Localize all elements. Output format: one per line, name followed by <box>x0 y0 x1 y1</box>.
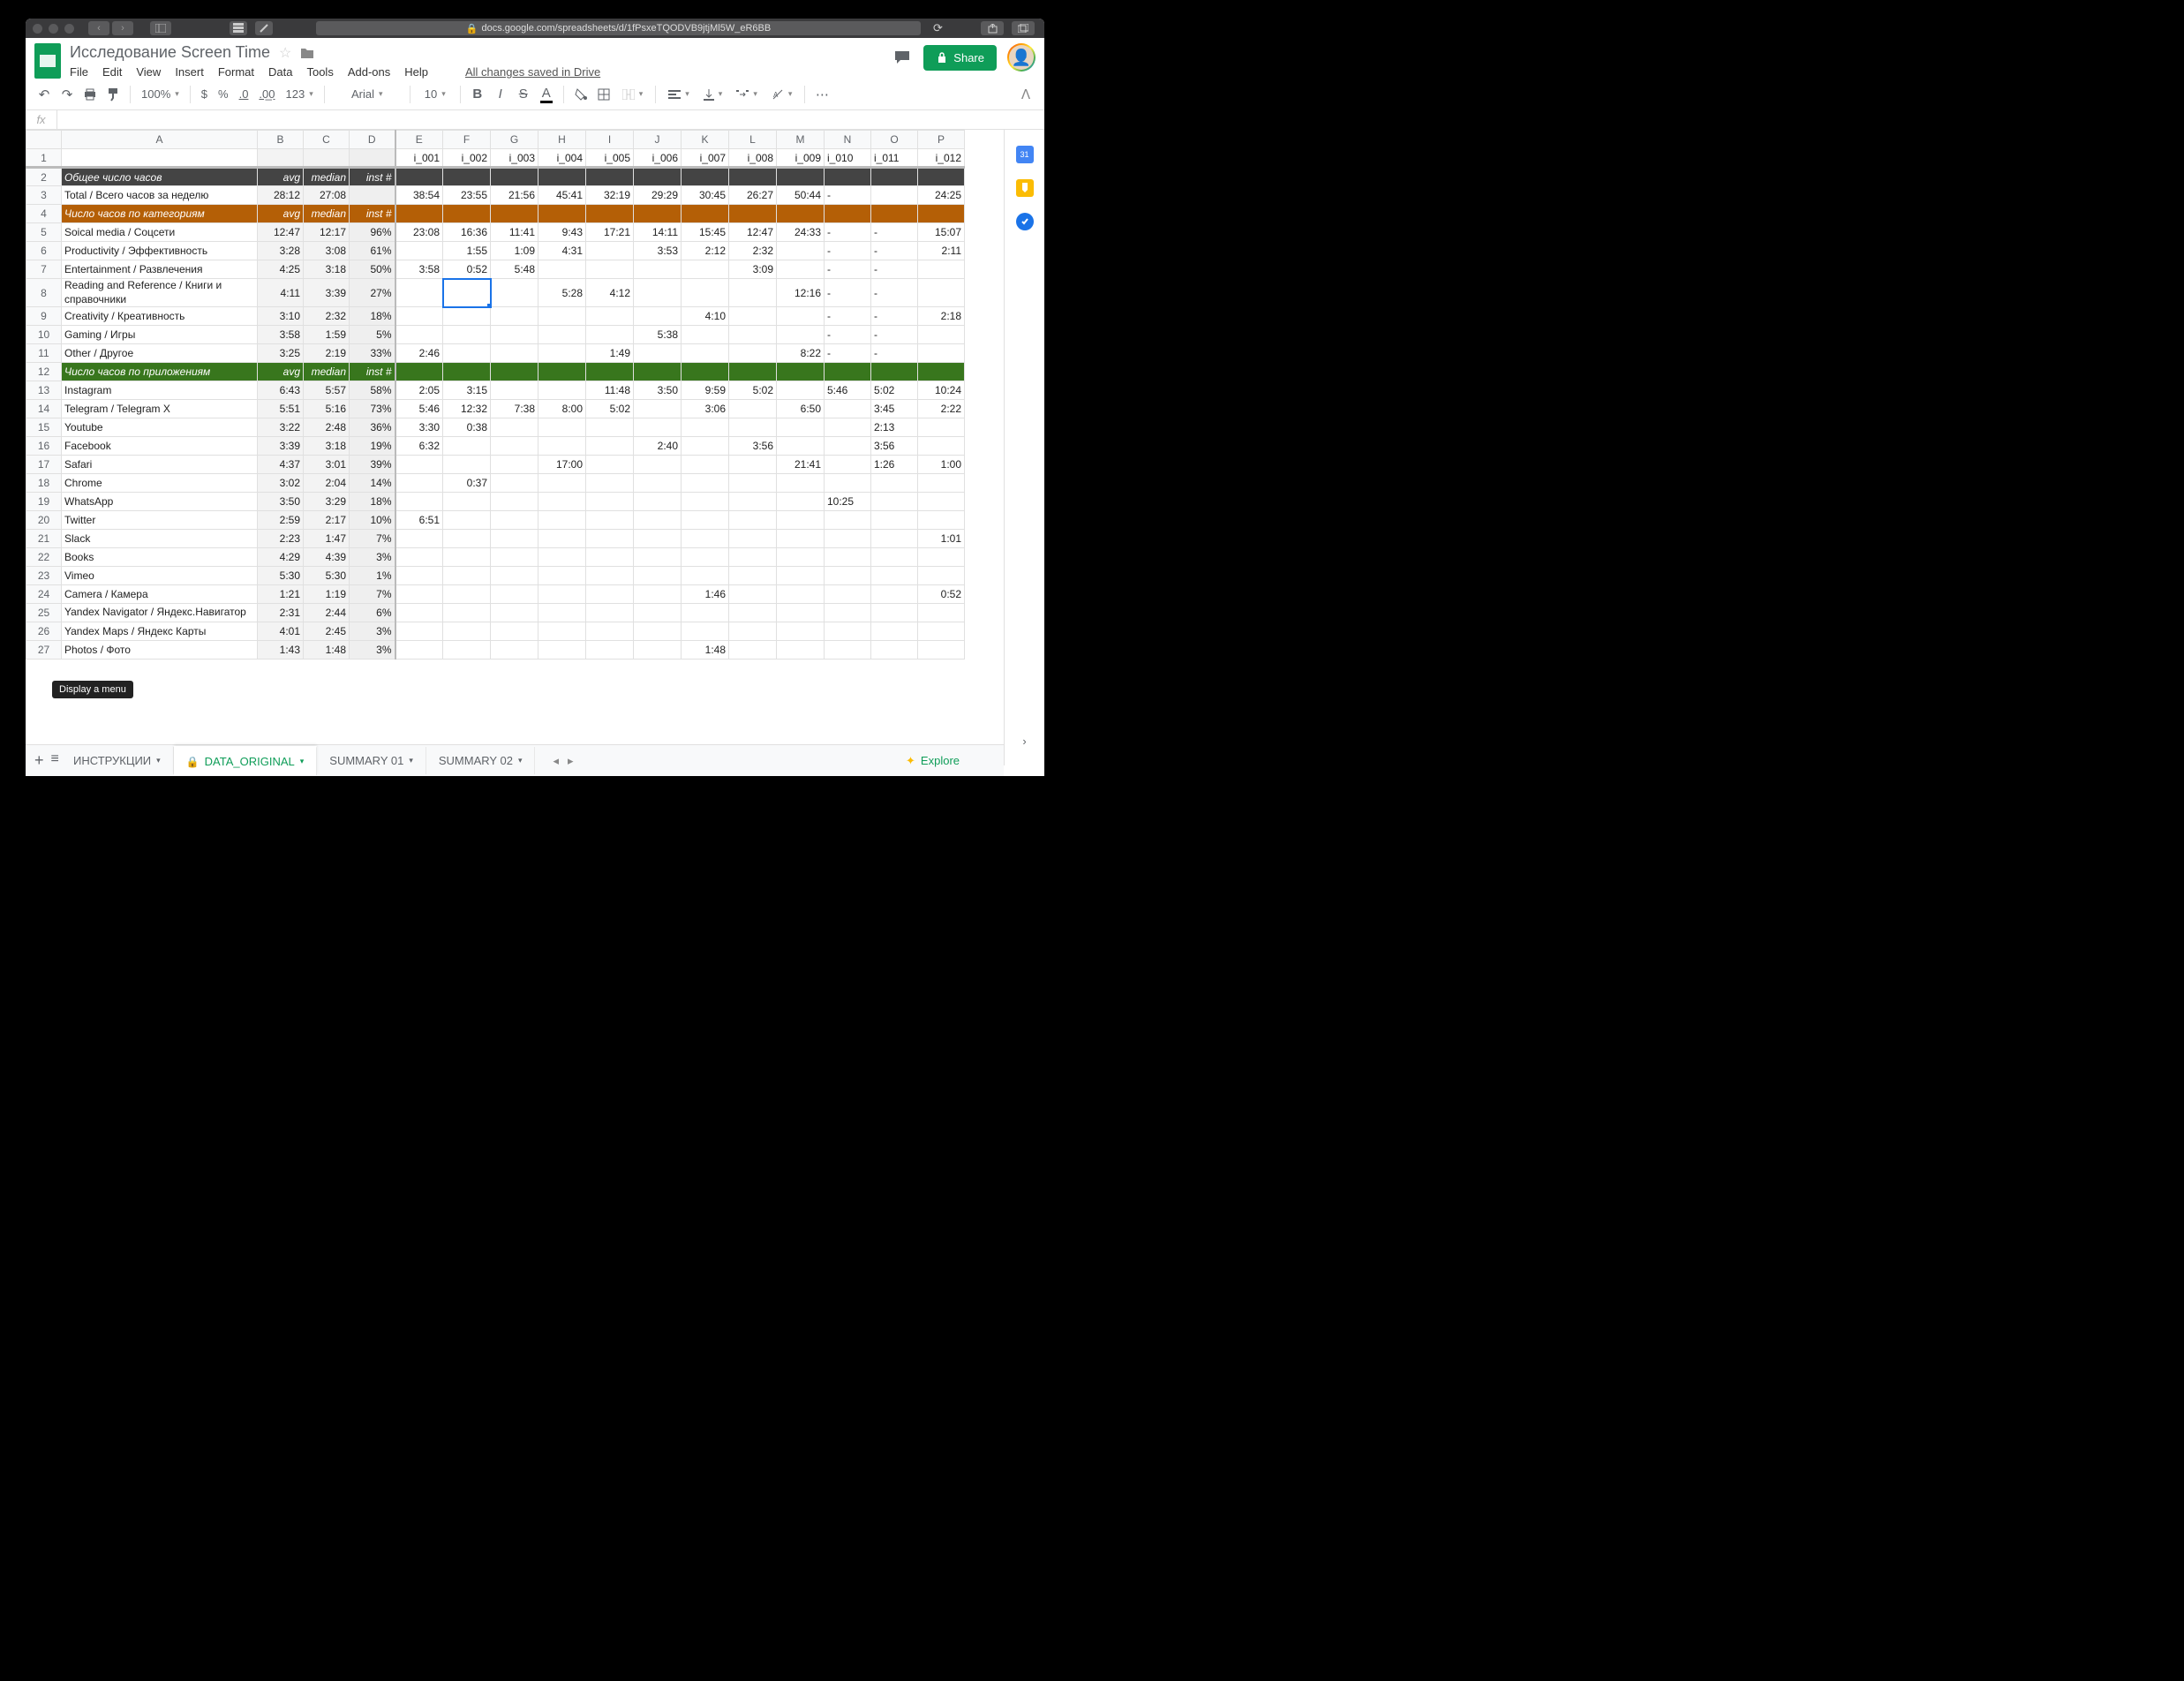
bold-button[interactable]: B <box>468 84 487 105</box>
menu-tools[interactable]: Tools <box>306 65 333 79</box>
lock-icon: 🔒 <box>466 23 478 34</box>
zoom-dropdown[interactable]: 100% <box>138 84 183 105</box>
menu-edit[interactable]: Edit <box>102 65 122 79</box>
menu-data[interactable]: Data <box>268 65 292 79</box>
strike-button[interactable]: S <box>514 84 533 105</box>
tabs-browser-button[interactable] <box>1012 21 1035 35</box>
url-bar[interactable]: 🔒 docs.google.com/spreadsheets/d/1fPsxeT… <box>316 21 921 35</box>
side-panel: 31 › <box>1004 130 1044 765</box>
tab-instructions[interactable]: ИНСТРУКЦИИ▾ <box>61 747 174 774</box>
side-panel-collapse[interactable]: › <box>1022 735 1026 748</box>
save-status[interactable]: All changes saved in Drive <box>465 65 600 79</box>
fx-label: fx <box>26 110 57 129</box>
tasks-icon[interactable] <box>1016 213 1034 230</box>
menu-help[interactable]: Help <box>404 65 428 79</box>
share-icon <box>988 24 998 34</box>
svg-text:A: A <box>773 91 779 99</box>
menu-format[interactable]: Format <box>218 65 254 79</box>
lock-icon: 🔒 <box>186 756 200 768</box>
sheet-tabs-bar: + ≡ ИНСТРУКЦИИ▾ 🔒 DATA_ORIGINAL▾ SUMMARY… <box>26 744 1004 776</box>
explore-button[interactable]: ✦ Explore <box>906 754 968 768</box>
menu-view[interactable]: View <box>136 65 161 79</box>
sheets-logo[interactable] <box>34 43 61 79</box>
tab-next-button[interactable]: ▸ <box>568 754 574 768</box>
tab-data-original[interactable]: 🔒 DATA_ORIGINAL▾ <box>174 746 318 775</box>
minimize-window-icon[interactable] <box>49 24 58 34</box>
sheets-header: Исследование Screen Time ☆ File Edit Vie… <box>26 38 1044 79</box>
format-more[interactable]: 123 <box>282 84 317 105</box>
browser-window: ‹ › 🔒 docs.google.com/spreadsheets/d/1fP… <box>26 19 1044 776</box>
halign-button[interactable] <box>663 84 695 105</box>
wrap-button[interactable] <box>731 84 763 105</box>
undo-button[interactable]: ↶ <box>34 84 54 105</box>
star-icon[interactable]: ☆ <box>279 44 291 62</box>
tooltip: Display a menu <box>52 681 133 698</box>
maximize-window-icon[interactable] <box>64 24 74 34</box>
menu-insert[interactable]: Insert <box>175 65 204 79</box>
extension-2-icon[interactable] <box>255 21 273 35</box>
url-text: docs.google.com/spreadsheets/d/1fPsxeTQO… <box>481 23 771 34</box>
menu-bar: File Edit View Insert Format Data Tools … <box>70 65 892 79</box>
format-currency[interactable]: $ <box>198 84 211 105</box>
tabs-icon <box>1018 24 1028 33</box>
explore-icon: ✦ <box>906 754 915 768</box>
sidebar-icon <box>155 24 166 33</box>
italic-button[interactable]: I <box>491 84 510 105</box>
keep-icon[interactable] <box>1016 179 1034 197</box>
formula-bar: fx <box>26 110 1044 130</box>
menu-addons[interactable]: Add-ons <box>348 65 390 79</box>
calendar-icon[interactable]: 31 <box>1016 146 1034 163</box>
paint-format-button[interactable] <box>103 84 123 105</box>
borders-button[interactable] <box>594 84 614 105</box>
share-label: Share <box>953 51 984 64</box>
merge-button[interactable] <box>617 84 649 105</box>
comments-button[interactable] <box>892 47 913 68</box>
share-browser-button[interactable] <box>981 21 1004 35</box>
all-sheets-button[interactable]: ≡ <box>51 751 59 770</box>
account-avatar[interactable]: 👤 <box>1007 43 1036 72</box>
redo-button[interactable]: ↷ <box>57 84 77 105</box>
font-dropdown[interactable]: Arial <box>332 84 403 105</box>
font-size-dropdown[interactable]: 10 <box>418 84 453 105</box>
valign-button[interactable] <box>698 84 728 105</box>
close-window-icon[interactable] <box>33 24 42 34</box>
reload-button[interactable]: ⟳ <box>933 21 949 35</box>
format-dec-increase[interactable]: .0̲0 <box>255 84 278 105</box>
more-tools-button[interactable]: ⋯ <box>812 84 832 105</box>
tab-summary-02[interactable]: SUMMARY 02▾ <box>426 747 536 774</box>
menu-file[interactable]: File <box>70 65 88 79</box>
share-button[interactable]: Share <box>923 45 997 71</box>
browser-toolbar: ‹ › 🔒 docs.google.com/spreadsheets/d/1fP… <box>26 19 1044 38</box>
toolbar: ↶ ↷ 100% $ % .0 .0̲0 123 Arial 10 B I S … <box>26 79 1044 110</box>
text-color-button[interactable]: A <box>537 84 556 105</box>
back-button[interactable]: ‹ <box>88 21 109 35</box>
rotate-button[interactable]: A <box>766 84 798 105</box>
brush-icon <box>259 23 269 34</box>
add-sheet-button[interactable]: + <box>34 751 44 770</box>
tab-prev-button[interactable]: ◂ <box>553 754 559 768</box>
extension-1-icon[interactable] <box>230 21 247 35</box>
stack-icon <box>233 23 244 34</box>
sidebar-toggle-button[interactable] <box>150 21 171 35</box>
forward-button[interactable]: › <box>112 21 133 35</box>
spreadsheet-grid[interactable]: ABCDEFGHIJKLMNOP1i_001i_002i_003i_004i_0… <box>26 130 1004 765</box>
collapse-toolbar-button[interactable]: ᐱ <box>1016 84 1036 105</box>
fill-color-button[interactable] <box>571 84 591 105</box>
format-percent[interactable]: % <box>215 84 232 105</box>
folder-icon[interactable] <box>300 47 314 59</box>
format-dec-decrease[interactable]: .0 <box>236 84 252 105</box>
doc-title[interactable]: Исследование Screen Time <box>70 43 270 62</box>
traffic-lights[interactable] <box>33 24 74 34</box>
lock-share-icon <box>936 51 948 64</box>
tab-summary-01[interactable]: SUMMARY 01▾ <box>317 747 426 774</box>
print-button[interactable] <box>80 84 100 105</box>
